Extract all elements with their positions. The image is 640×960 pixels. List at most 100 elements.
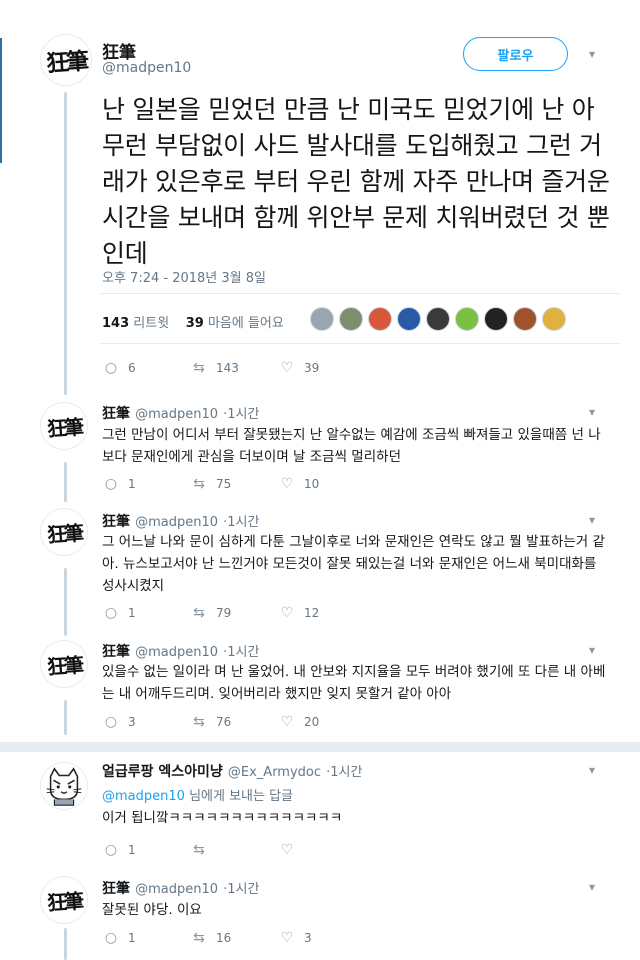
window-edge [0,38,2,163]
reply-icon: ○ [104,360,118,376]
reply-time[interactable]: ·1시간 [223,645,259,660]
heart-icon: ♡ [280,605,294,621]
author-handle[interactable]: @madpen10 [135,645,218,660]
reply-button[interactable]: ○ 1 [102,930,190,946]
avatar[interactable] [40,762,88,810]
author-handle[interactable]: @madpen10 [102,60,191,76]
chevron-down-icon[interactable]: ▾ [589,47,595,61]
reply-actions: ○ 1 ⇆ 16 ♡ 3 [102,930,334,946]
retweet-icon: ⇆ [193,476,205,492]
follow-button[interactable]: 팔로우 [463,37,568,71]
tweet-text: 난 일본을 믿었던 만큼 난 미국도 믿었기에 난 아무런 부담없이 사드 발사… [102,95,610,268]
thread-line [64,92,67,395]
retweets-count[interactable]: 143 [102,316,129,331]
like-button[interactable]: ♡ 12 [278,605,334,621]
reply-icon: ○ [104,476,118,492]
reply-button[interactable]: ○ 1 [102,605,190,621]
author-handle[interactable]: @madpen10 [135,515,218,530]
reply-count: 6 [128,361,136,375]
chevron-down-icon[interactable]: ▾ [589,405,595,419]
reply-button[interactable]: ○ 1 [102,842,190,858]
retweet-button[interactable]: ⇆ 75 [190,476,278,492]
chevron-down-icon[interactable]: ▾ [589,880,595,894]
like-count: 10 [304,477,320,491]
retweet-count: 143 [216,361,239,375]
section-separator [0,742,640,752]
avatar[interactable]: 狂筆 [40,876,88,924]
liker-avatar[interactable] [426,307,450,331]
reply-header: 얼급루팡 엑스아미냥 @Ex_Armydoc ·1시간 [102,761,362,781]
divider [100,293,620,294]
retweet-button[interactable]: ⇆ 16 [190,930,278,946]
reply-to-label: 님에게 보내는 답글 [189,789,294,804]
retweet-button[interactable]: ⇆ [190,842,278,858]
reply-count: 1 [128,477,136,491]
reply-time[interactable]: ·1시간 [326,765,362,780]
like-button[interactable]: ♡ 10 [278,476,334,492]
avatar-calligraphy: 狂筆 [45,47,88,78]
reply-count: 3 [128,715,136,729]
author-name[interactable]: 狂筆 [102,406,130,422]
reply-text: 있을수 없는 일이라 며 난 울었어. 내 안보와 지지율을 모두 버려야 했기… [102,664,606,702]
liker-avatar[interactable] [397,307,421,331]
like-count: 39 [304,361,320,375]
retweet-count: 16 [216,931,232,945]
heart-icon: ♡ [280,476,294,492]
liker-avatar[interactable] [339,307,363,331]
reply-time[interactable]: ·1시간 [223,407,259,422]
avatar-calligraphy: 狂筆 [46,414,82,441]
avatar-calligraphy: 狂筆 [46,520,82,547]
likes-count[interactable]: 39 [186,316,204,331]
reply-icon: ○ [104,605,118,621]
author-name[interactable]: 狂筆 [102,514,130,530]
author-name[interactable]: 얼급루팡 엑스아미냥 [102,764,223,780]
chevron-down-icon[interactable]: ▾ [589,643,595,657]
liker-avatar[interactable] [513,307,537,331]
retweet-button[interactable]: ⇆ 76 [190,714,278,730]
reply-time[interactable]: ·1시간 [223,515,259,530]
author-name[interactable]: 狂筆 [102,881,130,897]
reply-time[interactable]: ·1시간 [223,882,259,897]
like-button[interactable]: ♡ 39 [278,360,334,376]
retweet-icon: ⇆ [193,842,205,858]
like-button[interactable]: ♡ [278,842,334,858]
tweet-timestamp[interactable]: 오후 7:24 - 2018년 3월 8일 [102,267,266,286]
author-handle[interactable]: @Ex_Armydoc [228,765,321,780]
avatar[interactable]: 狂筆 [40,508,88,556]
chevron-down-icon[interactable]: ▾ [589,513,595,527]
retweet-count: 79 [216,606,232,620]
avatar[interactable]: 狂筆 [40,402,88,450]
like-count: 3 [304,931,312,945]
like-button[interactable]: ♡ 20 [278,714,334,730]
reply-actions: ○ 1 ⇆ 75 ♡ 10 [102,476,334,492]
retweet-count: 75 [216,477,232,491]
reply-header: 狂筆 @madpen10 ·1시간 [102,878,259,898]
avatar[interactable]: 狂筆 [40,34,92,86]
heart-icon: ♡ [280,360,294,376]
liker-avatar[interactable] [455,307,479,331]
heart-icon: ♡ [280,930,294,946]
mention-link[interactable]: @madpen10 [102,789,185,804]
avatar[interactable]: 狂筆 [40,640,88,688]
chevron-down-icon[interactable]: ▾ [589,763,595,777]
liker-avatar[interactable] [484,307,508,331]
retweet-button[interactable]: ⇆ 143 [190,360,278,376]
like-button[interactable]: ♡ 3 [278,930,334,946]
reply-text: 이거 됩니깤ㅋㅋㅋㅋㅋㅋㅋㅋㅋㅋㅋㅋㅋㅋ [102,810,343,826]
reply-button[interactable]: ○ 6 [102,360,190,376]
retweet-button[interactable]: ⇆ 79 [190,605,278,621]
reply-button[interactable]: ○ 1 [102,476,190,492]
author-handle[interactable]: @madpen10 [135,882,218,897]
likes-label[interactable]: 마음에 들어요 [208,316,284,331]
reply-context: @madpen10 님에게 보내는 답글 [102,785,293,804]
liker-avatar[interactable] [542,307,566,331]
avatar-calligraphy: 狂筆 [46,888,82,915]
reply-button[interactable]: ○ 3 [102,714,190,730]
author-handle[interactable]: @madpen10 [135,407,218,422]
reply-icon: ○ [104,842,118,858]
reply-count: 1 [128,843,136,857]
retweets-label[interactable]: 리트윗 [133,316,169,331]
liker-avatar[interactable] [310,307,334,331]
author-name[interactable]: 狂筆 [102,644,130,660]
liker-avatar[interactable] [368,307,392,331]
